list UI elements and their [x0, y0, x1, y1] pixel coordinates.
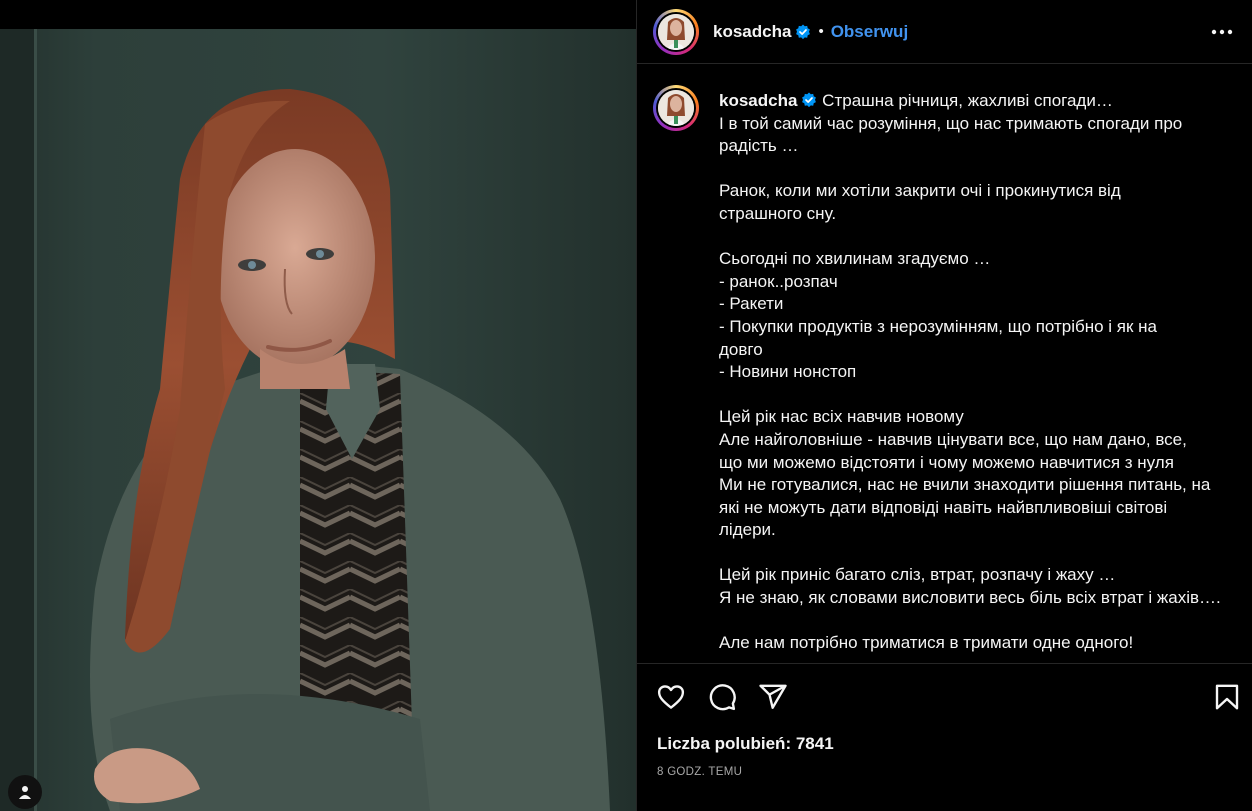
bookmark-icon[interactable] [1212, 682, 1242, 712]
likes-count[interactable]: Liczba polubień: 7841 [657, 734, 834, 754]
user-tags-button[interactable] [8, 775, 42, 809]
caption-text: kosadcha Страшна річниця, жахливі спогад… [719, 90, 1234, 655]
caption-line: лідери. [719, 520, 776, 540]
more-options-button[interactable] [1210, 22, 1234, 42]
caption-line: Ранок, коли ми хотіли закрити очі і прок… [719, 181, 1121, 201]
verified-badge-icon [796, 24, 811, 39]
caption-lines: І в той самий час розуміння, що нас трим… [719, 113, 1234, 655]
caption-line: Цей рік нас всіх навчив новому [719, 407, 964, 427]
caption-line: І в той самий час розуміння, що нас трим… [719, 113, 1183, 133]
caption-line: - Покупки продуктів з нерозумінням, що п… [719, 316, 1158, 336]
caption-line: радість … [719, 136, 799, 156]
header-separator: • [818, 23, 824, 40]
caption-author-avatar[interactable] [653, 85, 699, 131]
post-photo[interactable] [0, 29, 636, 811]
caption-line: Я не знаю, як словами висловити весь біл… [719, 588, 1221, 608]
post-media-panel [0, 0, 636, 811]
post-header: kosadcha • Obserwuj [637, 0, 1252, 64]
caption-line: Але нам потрібно триматися в тримати одн… [719, 633, 1134, 653]
paper-plane-icon[interactable] [758, 682, 788, 712]
caption-line: Сьогодні по хвилинам згадуємо … [719, 249, 991, 269]
heart-icon[interactable] [656, 682, 686, 712]
caption-line: Але найголовніше - навчив цінувати все, … [719, 429, 1187, 449]
user-tag-icon [19, 786, 31, 799]
caption-line: що ми можемо відстояти і чому можемо нав… [719, 452, 1174, 472]
caption-line: страшного сну. [719, 203, 837, 223]
post-timestamp[interactable]: 8 GODZ. TEMU [657, 766, 742, 778]
caption-username[interactable]: kosadcha [719, 91, 797, 110]
caption-line: - Ракети [719, 294, 784, 314]
caption-line: Ми не готувалися, нас не вчили знаходити… [719, 475, 1211, 495]
caption-line: - ранок..розпач [719, 271, 838, 291]
caption-line: - Новини нонстоп [719, 362, 857, 382]
post-side-panel: kosadcha • Obserwuj kosadcha Страшна річ… [636, 0, 1252, 811]
caption-line: довго [719, 339, 763, 359]
author-username[interactable]: kosadcha [713, 22, 791, 42]
follow-button[interactable]: Obserwuj [831, 22, 908, 42]
caption-line: Цей рік приніс багато сліз, втрат, розпа… [719, 565, 1116, 585]
caption-first-line: Страшна річниця, жахливі спогади… [822, 91, 1113, 110]
post-actions: Liczba polubień: 7841 8 GODZ. TEMU [637, 663, 1252, 811]
more-options-icon [1211, 29, 1233, 35]
author-avatar[interactable] [653, 8, 699, 55]
caption-line: які не можуть дати відповіді навіть найв… [719, 497, 1168, 517]
caption-area: kosadcha Страшна річниця, жахливі спогад… [637, 65, 1252, 663]
comment-bubble-icon[interactable] [707, 682, 737, 712]
verified-badge-icon [802, 92, 817, 108]
